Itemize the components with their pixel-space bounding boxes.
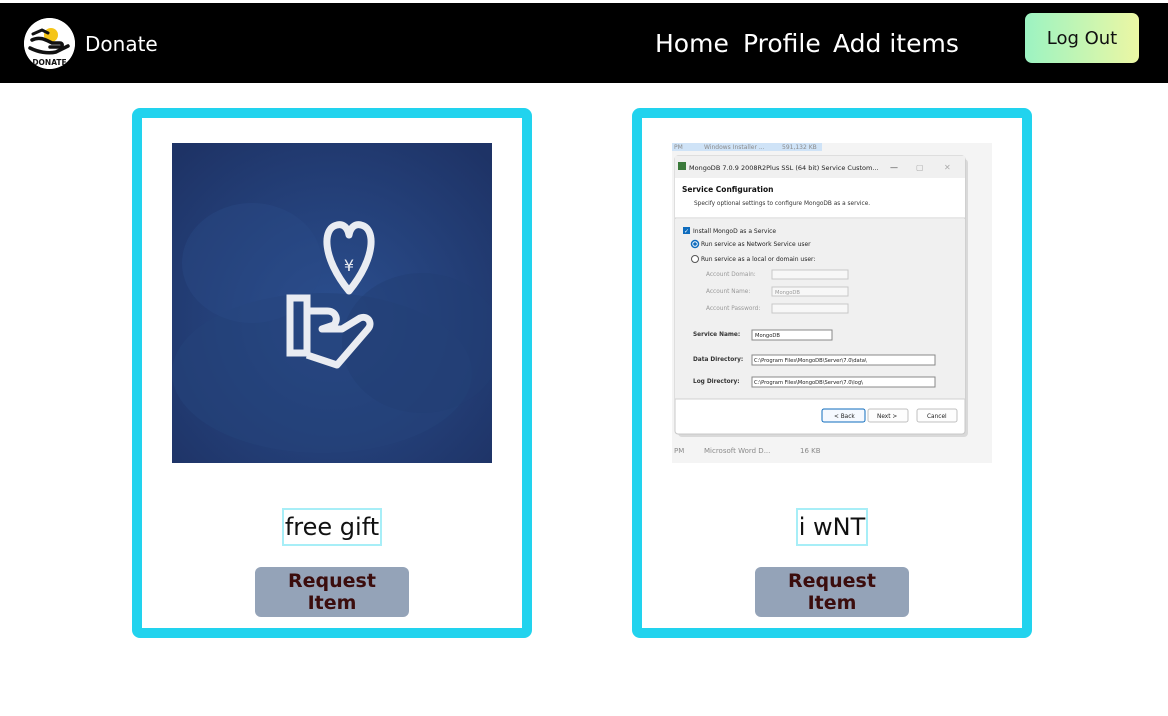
item-card: PM Windows Installer ... 591,132 KB PM M… (632, 108, 1032, 638)
brand-name: Donate (85, 32, 158, 56)
svg-text:—: — (890, 163, 898, 172)
account-name-value: MongoDB (775, 290, 800, 296)
log-dir-value: C:\Program Files\MongoDB\Server\7.0\log\ (754, 380, 863, 386)
svg-text:▢: ▢ (916, 163, 924, 172)
log-dir-label: Log Directory: (693, 379, 740, 385)
donate-logo[interactable]: DONATE (24, 18, 75, 69)
logout-button[interactable]: Log Out (1025, 13, 1139, 63)
radio-network-label: Run service as Network Service user (701, 241, 811, 248)
svg-text:¥: ¥ (344, 256, 354, 275)
donate-hand-heart-image: ¥ (172, 143, 492, 463)
dialog-subheading: Specify optional settings to configure M… (694, 201, 870, 207)
bg-bottom-name: Microsoft Word D... (704, 447, 770, 455)
bg-top-size: 591,132 KB (782, 144, 817, 151)
mongodb-installer-screenshot: PM Windows Installer ... 591,132 KB PM M… (672, 143, 992, 463)
dialog-cancel-button: Cancel (927, 414, 947, 420)
item-card: ¥ free gift Request Item (132, 108, 532, 638)
install-checkbox-label: Install MongoD as a Service (693, 228, 776, 235)
dialog-next-button: Next > (877, 414, 897, 420)
item-title-wrap: i wNT (642, 508, 1022, 546)
bg-top-name: Windows Installer ... (704, 144, 765, 151)
nav-profile-link[interactable]: Profile (743, 29, 821, 58)
service-name-value: MongoDB (755, 333, 780, 339)
bg-bottom-time: PM (674, 447, 684, 455)
svg-text:✓: ✓ (684, 228, 689, 235)
account-domain-label: Account Domain: (706, 272, 756, 278)
bg-bottom-size: 16 KB (800, 447, 821, 455)
item-title-wrap: free gift (142, 508, 522, 546)
navbar: DONATE Donate Home Profile Add items Log… (0, 3, 1168, 83)
data-dir-value: C:\Program Files\MongoDB\Server\7.0\data… (754, 358, 867, 364)
data-dir-label: Data Directory: (693, 357, 743, 363)
dialog-title: MongoDB 7.0.9 2008R2Plus SSL (64 bit) Se… (689, 164, 879, 172)
svg-text:✕: ✕ (944, 163, 951, 172)
item-title: i wNT (795, 508, 869, 546)
bg-top-time: PM (674, 144, 683, 151)
dialog-heading: Service Configuration (682, 185, 773, 194)
request-item-button[interactable]: Request Item (755, 567, 909, 617)
service-name-label: Service Name: (693, 332, 740, 338)
item-title: free gift (281, 508, 383, 546)
radio-local-label: Run service as a local or domain user: (701, 256, 815, 263)
account-password-label: Account Password: (706, 306, 760, 312)
nav-home-link[interactable]: Home (655, 29, 729, 58)
request-item-button[interactable]: Request Item (255, 567, 409, 617)
logo-text: DONATE (32, 58, 66, 67)
dialog-back-button: < Back (834, 414, 855, 420)
account-name-label: Account Name: (706, 289, 750, 295)
nav-add-items-link[interactable]: Add items (833, 29, 959, 58)
